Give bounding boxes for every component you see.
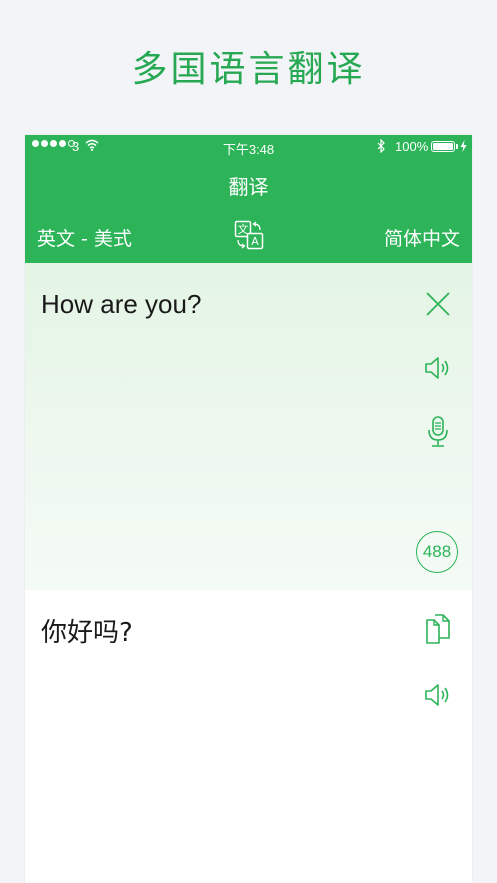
close-icon[interactable] bbox=[423, 287, 453, 321]
svg-text:文: 文 bbox=[238, 222, 249, 236]
svg-text:A: A bbox=[251, 235, 259, 248]
input-area[interactable]: How are you? 488 bbox=[25, 263, 472, 590]
translate-swap-icon[interactable]: 文 A bbox=[233, 219, 265, 251]
app-header: 3 下午3:48 100% 翻译 英文 - 美式 文 A 简体中文 bbox=[25, 135, 472, 263]
nav-title: 翻译 bbox=[228, 175, 269, 199]
microphone-icon[interactable] bbox=[423, 415, 453, 449]
charging-icon bbox=[460, 140, 467, 152]
status-bar: 3 下午3:48 100% bbox=[25, 135, 472, 157]
battery-icon bbox=[431, 141, 455, 152]
translated-text: 你好吗? bbox=[41, 618, 133, 648]
target-language-selector[interactable]: 简体中文 bbox=[384, 224, 460, 251]
speaker-icon[interactable] bbox=[423, 351, 453, 385]
bluetooth-icon bbox=[377, 139, 385, 153]
character-count-badge: 488 bbox=[416, 531, 458, 573]
copy-icon[interactable] bbox=[423, 612, 453, 646]
source-language-selector[interactable]: 英文 - 美式 bbox=[37, 224, 132, 251]
output-area: 你好吗? bbox=[25, 590, 472, 883]
promo-title: 多国语言翻译 bbox=[131, 49, 366, 90]
phone-screen: 3 下午3:48 100% 翻译 英文 - 美式 文 A 简体中文 How ar… bbox=[25, 135, 472, 883]
battery-percent: 100% bbox=[395, 139, 429, 154]
source-text-input[interactable]: How are you? bbox=[41, 289, 201, 320]
output-speaker-icon[interactable] bbox=[423, 678, 453, 712]
